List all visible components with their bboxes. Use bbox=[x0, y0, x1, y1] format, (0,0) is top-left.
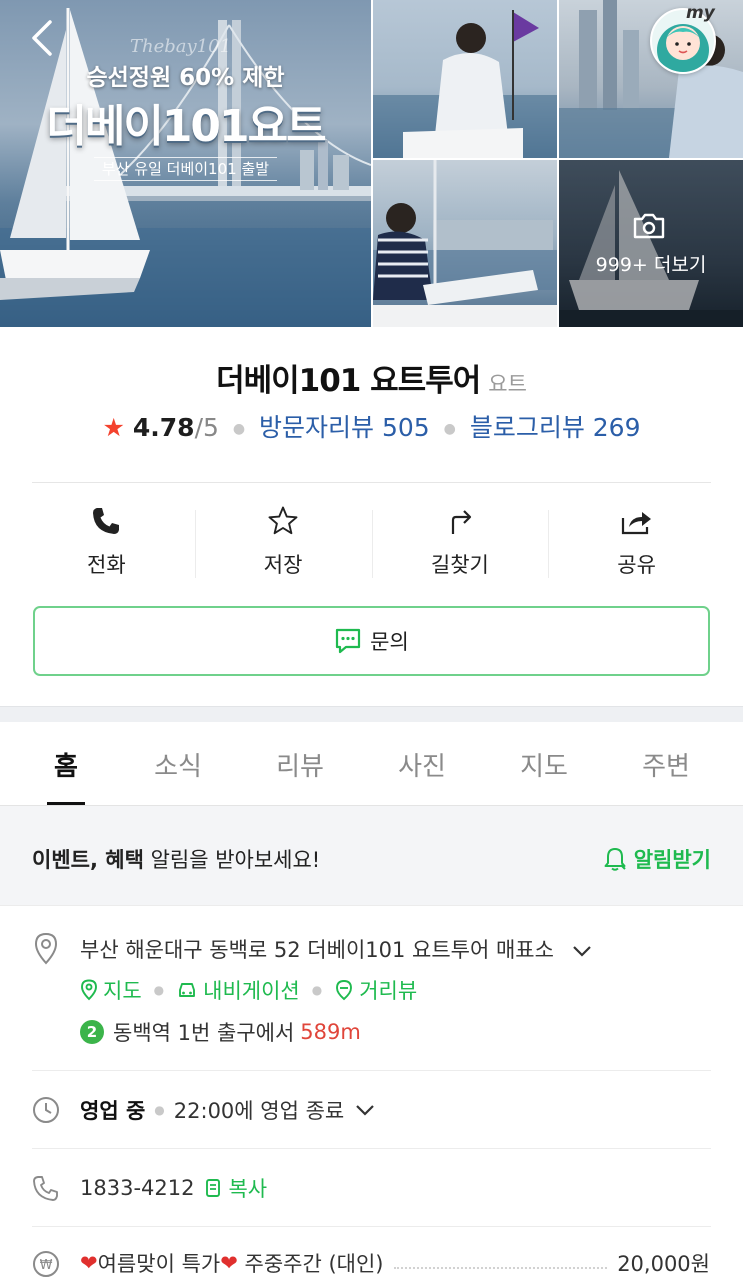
subway-info: 2 동백역 1번 출구에서 589m bbox=[80, 1017, 361, 1047]
tab-home[interactable]: 홈 bbox=[6, 746, 126, 783]
map-link[interactable]: 지도 bbox=[80, 975, 142, 1005]
clock-icon bbox=[33, 1097, 59, 1123]
divider bbox=[32, 1226, 711, 1227]
chevron-down-icon[interactable] bbox=[571, 944, 593, 958]
heart-icon: ❤ bbox=[80, 1251, 98, 1275]
tab-reviews[interactable]: 리뷰 bbox=[240, 746, 360, 783]
separator-dot: ● bbox=[154, 1103, 165, 1117]
copy-icon bbox=[206, 1179, 221, 1197]
turn-arrow-icon bbox=[451, 510, 471, 534]
copy-button[interactable]: 복사 bbox=[204, 1173, 267, 1203]
place-title: 더베이101 요트투어 요트 bbox=[0, 355, 743, 400]
hero-subtitle: 승선정원 60% 제한 bbox=[86, 65, 285, 91]
won-currency-icon: ₩ bbox=[33, 1251, 59, 1277]
phone-number[interactable]: 1833-4212 bbox=[80, 1176, 194, 1200]
place-name: 더베이101 요트투어 bbox=[216, 363, 481, 399]
subway-exit: 1번 출구에서 bbox=[177, 1021, 295, 1045]
action-bar: 전화 저장 길찾기 공유 bbox=[18, 500, 725, 586]
notice-text: 이벤트, 혜택 알림을 받아보세요! bbox=[32, 848, 321, 872]
inquiry-button[interactable]: 문의 bbox=[33, 606, 710, 676]
svg-text:₩: ₩ bbox=[40, 1258, 53, 1273]
star-outline-icon bbox=[268, 506, 298, 535]
rating-score: 4.78 bbox=[132, 413, 195, 442]
subway-line-badge: 2 bbox=[80, 1020, 104, 1044]
business-hours[interactable]: 영업 중 ● 22:00에 영업 종료 bbox=[80, 1095, 376, 1125]
separator-dot: ● bbox=[311, 983, 323, 997]
price-row[interactable]: ❤ 여름맞이 특가 ❤ 주중주간 (대인) 20,000원 bbox=[80, 1248, 710, 1277]
place-category: 요트 bbox=[488, 372, 527, 396]
location-links: 지도 ● 내비게이션 ● 거리뷰 bbox=[80, 975, 417, 1005]
hero-script-text: Thebay101 bbox=[130, 36, 232, 57]
more-photos-label[interactable]: 999+ 더보기 bbox=[559, 250, 743, 277]
back-arrow-icon[interactable] bbox=[24, 18, 64, 58]
divider bbox=[32, 1148, 711, 1149]
separator-dot: ● bbox=[232, 421, 246, 437]
share-icon bbox=[621, 512, 651, 535]
phone-icon bbox=[93, 508, 120, 534]
more-photos-overlay[interactable] bbox=[559, 160, 743, 327]
call-button[interactable]: 전화 bbox=[18, 500, 195, 586]
active-tab-indicator bbox=[47, 802, 85, 805]
street-view-icon bbox=[336, 980, 353, 1001]
photo-thumb-2[interactable] bbox=[559, 0, 743, 158]
price-leader bbox=[393, 1257, 608, 1269]
divider bbox=[32, 482, 711, 483]
location-pin-icon bbox=[34, 932, 58, 965]
street-view-link[interactable]: 거리뷰 bbox=[334, 975, 417, 1005]
photo-gallery: Thebay101 승선정원 60% 제한 더베이101요트 부산 유일 더베이… bbox=[0, 0, 743, 327]
section-gap bbox=[0, 706, 743, 722]
address-text[interactable]: 부산 해운대구 동백로 52 더베이101 요트투어 매표소 bbox=[80, 934, 593, 964]
closing-time: 22:00에 영업 종료 bbox=[173, 1099, 345, 1123]
open-status: 영업 중 bbox=[80, 1099, 146, 1123]
camera-icon bbox=[633, 213, 665, 239]
photo-thumb-3[interactable] bbox=[373, 160, 557, 327]
price-amount: 20,000원 bbox=[617, 1252, 710, 1276]
subscribe-alert-button[interactable]: 알림받기 bbox=[602, 844, 711, 874]
phone-outline-icon bbox=[33, 1176, 58, 1201]
save-button[interactable]: 저장 bbox=[194, 500, 372, 586]
navigation-link[interactable]: 내비게이션 bbox=[176, 975, 300, 1005]
my-label: my bbox=[686, 3, 715, 23]
separator-dot: ● bbox=[153, 983, 165, 997]
star-icon: ★ bbox=[102, 413, 125, 442]
price-detail: 주중주간 (대인) bbox=[244, 1252, 384, 1276]
bell-icon bbox=[604, 848, 626, 871]
map-pin-icon bbox=[81, 979, 97, 1001]
chevron-down-icon[interactable] bbox=[354, 1103, 376, 1117]
photo-thumb-1[interactable] bbox=[373, 0, 557, 158]
chat-bubble-icon bbox=[336, 628, 361, 654]
divider bbox=[32, 1070, 711, 1071]
tab-map[interactable]: 지도 bbox=[484, 746, 604, 783]
event-notice-bar: 이벤트, 혜택 알림을 받아보세요! 알림받기 bbox=[0, 806, 743, 906]
tab-photos[interactable]: 사진 bbox=[362, 746, 482, 783]
hero-tagline: 부산 유일 더베이101 출발 bbox=[0, 157, 371, 181]
rating-max: /5 bbox=[194, 413, 219, 442]
tab-news[interactable]: 소식 bbox=[118, 746, 238, 783]
subway-distance: 589m bbox=[300, 1020, 361, 1044]
rating-row: ★ 4.78/5 ● 방문자리뷰 505 ● 블로그리뷰 269 bbox=[0, 408, 743, 444]
separator-dot: ● bbox=[443, 421, 456, 437]
blog-review-link[interactable]: 블로그리뷰 269 bbox=[470, 413, 641, 442]
tab-bar: 홈 소식 리뷰 사진 지도 주변 bbox=[0, 722, 743, 806]
tab-nearby[interactable]: 주변 bbox=[606, 746, 726, 783]
price-promo-label: 여름맞이 특가 bbox=[97, 1252, 221, 1276]
phone-row: 1833-4212 복사 bbox=[80, 1173, 267, 1203]
subway-station: 동백역 bbox=[113, 1021, 171, 1045]
directions-button[interactable]: 길찾기 bbox=[371, 500, 549, 586]
visitor-review-link[interactable]: 방문자리뷰 505 bbox=[259, 413, 430, 442]
heart-icon: ❤ bbox=[220, 1251, 238, 1275]
share-button[interactable]: 공유 bbox=[548, 500, 725, 586]
hero-title: 더베이101요트 bbox=[46, 101, 326, 152]
car-icon bbox=[179, 983, 196, 997]
